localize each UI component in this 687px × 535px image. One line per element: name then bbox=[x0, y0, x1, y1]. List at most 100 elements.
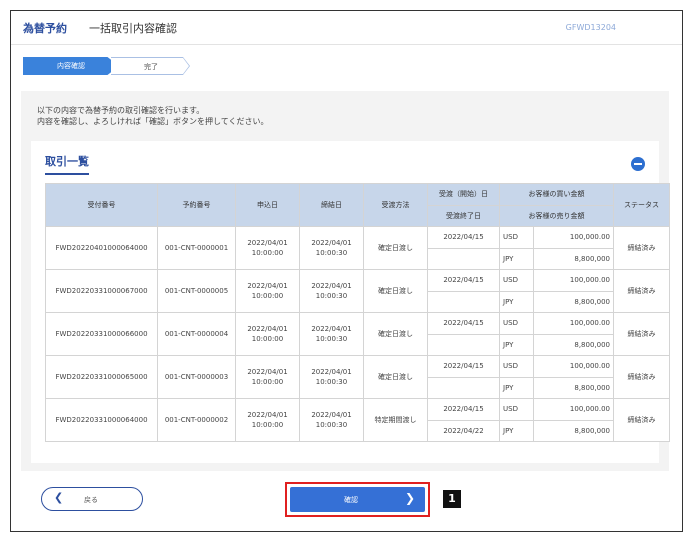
contract-datetime: 2022/04/01 10:00:30 bbox=[299, 312, 364, 356]
sell-amount: 8,800,000 bbox=[533, 247, 614, 270]
receipt-no: FWD20220331000064000 bbox=[45, 398, 158, 442]
buy-currency: USD bbox=[499, 312, 534, 335]
chevron-right-icon: ❯ bbox=[404, 491, 415, 505]
step-complete: 完了 bbox=[111, 57, 190, 75]
buy-currency: USD bbox=[499, 398, 534, 421]
delivery-start: 2022/04/15 bbox=[427, 269, 500, 292]
table-row: FWD20220331000064000 001-CNT-0000002 202… bbox=[45, 398, 670, 442]
buy-amount: 100,000.00 bbox=[533, 269, 614, 292]
buy-currency: USD bbox=[499, 269, 534, 292]
delivery-end bbox=[427, 290, 500, 313]
contract-datetime: 2022/04/01 10:00:30 bbox=[299, 269, 364, 313]
page-header: 為替予約 一括取引内容確認 GFWD13204 bbox=[11, 11, 682, 45]
buy-currency: USD bbox=[499, 226, 534, 249]
table-row: FWD20220331000067000 001-CNT-0000005 202… bbox=[45, 269, 670, 313]
delivery-end: 2022/04/22 bbox=[427, 419, 500, 442]
buy-amount: 100,000.00 bbox=[533, 355, 614, 378]
delivery-method: 特定期間渡し bbox=[363, 398, 428, 442]
confirm-highlight: 確認 ❯ bbox=[285, 482, 430, 517]
reservation-no: 001-CNT-0000004 bbox=[157, 312, 236, 356]
receipt-no: FWD20220331000067000 bbox=[45, 269, 158, 313]
category-title: 為替予約 bbox=[23, 21, 67, 35]
sell-amount: 8,800,000 bbox=[533, 376, 614, 399]
applied-datetime: 2022/04/01 10:00:00 bbox=[235, 226, 300, 270]
status: 締結済み bbox=[613, 312, 670, 356]
delivery-start: 2022/04/15 bbox=[427, 312, 500, 335]
back-label: 戻る bbox=[84, 496, 98, 504]
delivery-method: 確定日渡し bbox=[363, 312, 428, 356]
receipt-no: FWD20220331000066000 bbox=[45, 312, 158, 356]
step-confirm-content: 内容確認 bbox=[23, 57, 119, 75]
title-underline bbox=[45, 173, 89, 175]
col-delivery-end: 受渡終了日 bbox=[427, 204, 500, 227]
reservation-no: 001-CNT-0000003 bbox=[157, 355, 236, 399]
reservation-no: 001-CNT-0000002 bbox=[157, 398, 236, 442]
buy-amount: 100,000.00 bbox=[533, 312, 614, 335]
status: 締結済み bbox=[613, 269, 670, 313]
status: 締結済み bbox=[613, 398, 670, 442]
status: 締結済み bbox=[613, 226, 670, 270]
reservation-no: 001-CNT-0000001 bbox=[157, 226, 236, 270]
contract-datetime: 2022/04/01 10:00:30 bbox=[299, 398, 364, 442]
delivery-start: 2022/04/15 bbox=[427, 226, 500, 249]
sell-amount: 8,800,000 bbox=[533, 333, 614, 356]
col-contract-date: 締結日 bbox=[299, 183, 364, 227]
screen-code: GFWD13204 bbox=[565, 23, 616, 32]
collapse-icon[interactable] bbox=[631, 157, 645, 171]
delivery-method: 確定日渡し bbox=[363, 226, 428, 270]
col-delivery-start: 受渡（開始）日 bbox=[427, 183, 500, 206]
sell-currency: JPY bbox=[499, 290, 534, 313]
col-applied-date: 申込日 bbox=[235, 183, 300, 227]
delivery-end bbox=[427, 376, 500, 399]
receipt-no: FWD20220401000064000 bbox=[45, 226, 158, 270]
app-window: 為替予約 一括取引内容確認 GFWD13204 内容確認 完了 以下の内容で為替… bbox=[10, 10, 683, 532]
page-title: 一括取引内容確認 bbox=[89, 21, 177, 35]
status: 締結済み bbox=[613, 355, 670, 399]
instruction-line: 以下の内容で為替予約の取引確認を行います。 bbox=[37, 106, 205, 115]
col-buy-amount: お客様の買い金額 bbox=[499, 183, 614, 206]
sell-currency: JPY bbox=[499, 419, 534, 442]
buy-amount: 100,000.00 bbox=[533, 226, 614, 249]
contract-datetime: 2022/04/01 10:00:30 bbox=[299, 226, 364, 270]
col-delivery-method: 受渡方法 bbox=[363, 183, 428, 227]
instruction-line: 内容を確認し、よろしければ「確認」ボタンを押してください。 bbox=[37, 117, 269, 126]
sell-amount: 8,800,000 bbox=[533, 419, 614, 442]
footer-actions: ❮ 戻る 確認 ❯ 1 bbox=[11, 479, 682, 519]
table-row: FWD20220331000066000 001-CNT-0000004 202… bbox=[45, 312, 670, 356]
buy-currency: USD bbox=[499, 355, 534, 378]
back-button[interactable]: ❮ 戻る bbox=[41, 487, 143, 511]
receipt-no: FWD20220331000065000 bbox=[45, 355, 158, 399]
confirm-button[interactable]: 確認 ❯ bbox=[290, 487, 425, 512]
applied-datetime: 2022/04/01 10:00:00 bbox=[235, 269, 300, 313]
main-content: 以下の内容で為替予約の取引確認を行います。 内容を確認し、よろしければ「確認」ボ… bbox=[21, 91, 670, 471]
delivery-start: 2022/04/15 bbox=[427, 398, 500, 421]
applied-datetime: 2022/04/01 10:00:00 bbox=[235, 312, 300, 356]
instructions: 以下の内容で為替予約の取引確認を行います。 内容を確認し、よろしければ「確認」ボ… bbox=[37, 105, 269, 127]
confirm-label: 確認 bbox=[344, 496, 358, 504]
col-sell-amount: お客様の売り金額 bbox=[499, 204, 614, 227]
delivery-method: 確定日渡し bbox=[363, 269, 428, 313]
delivery-method: 確定日渡し bbox=[363, 355, 428, 399]
col-receipt-no: 受付番号 bbox=[45, 183, 158, 227]
table-row: FWD20220331000065000 001-CNT-0000003 202… bbox=[45, 355, 670, 399]
reservation-no: 001-CNT-0000005 bbox=[157, 269, 236, 313]
transaction-table: 受付番号 予約番号 申込日 締結日 受渡方法 受渡（開始）日 お客様の買い金額 … bbox=[45, 183, 670, 442]
sell-currency: JPY bbox=[499, 247, 534, 270]
applied-datetime: 2022/04/01 10:00:00 bbox=[235, 398, 300, 442]
chevron-left-icon: ❮ bbox=[54, 491, 64, 504]
transaction-list-panel: 取引一覧 受付番号 予約番号 申込日 締結日 受渡方法 受渡（開始）日 お客様の… bbox=[31, 141, 670, 463]
callout-marker: 1 bbox=[443, 490, 461, 508]
table-row: FWD20220401000064000 001-CNT-0000001 202… bbox=[45, 226, 670, 270]
delivery-start: 2022/04/15 bbox=[427, 355, 500, 378]
sell-currency: JPY bbox=[499, 333, 534, 356]
sell-currency: JPY bbox=[499, 376, 534, 399]
col-reservation-no: 予約番号 bbox=[157, 183, 236, 227]
sell-amount: 8,800,000 bbox=[533, 290, 614, 313]
col-status: ステータス bbox=[613, 183, 670, 227]
progress-steps: 内容確認 完了 bbox=[23, 57, 190, 75]
delivery-end bbox=[427, 247, 500, 270]
buy-amount: 100,000.00 bbox=[533, 398, 614, 421]
applied-datetime: 2022/04/01 10:00:00 bbox=[235, 355, 300, 399]
panel-title: 取引一覧 bbox=[45, 155, 89, 168]
contract-datetime: 2022/04/01 10:00:30 bbox=[299, 355, 364, 399]
